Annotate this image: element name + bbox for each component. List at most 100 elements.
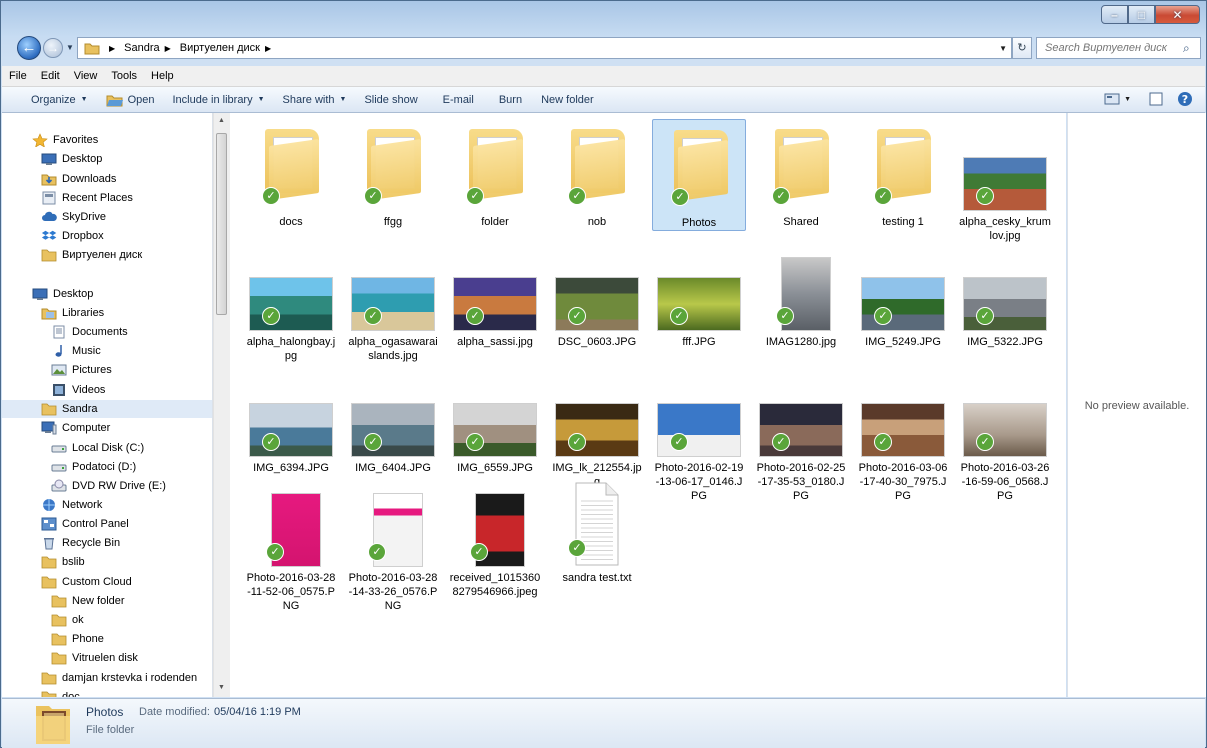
file-item[interactable]: ✓ DSC_0603.JPG bbox=[550, 239, 644, 349]
sync-check-icon: ✓ bbox=[364, 433, 382, 451]
file-item[interactable]: ✓ IMG_6404.JPG bbox=[346, 365, 440, 475]
nav-item-doc[interactable]: doc bbox=[41, 688, 80, 697]
forward-button[interactable]: → bbox=[43, 38, 63, 58]
menu-file[interactable]: File bbox=[2, 70, 34, 82]
file-item[interactable]: ✓ received_10153608279546966.jpeg bbox=[448, 475, 542, 599]
file-item[interactable]: ✓ IMG_5322.JPG bbox=[958, 239, 1052, 349]
help-button[interactable]: ? bbox=[1177, 91, 1193, 107]
file-item[interactable]: ✓ Photo-2016-03-28-11-52-06_0575.PNG bbox=[244, 475, 338, 613]
nav-item-downloads[interactable]: Downloads bbox=[41, 170, 116, 188]
scroll-up-icon[interactable]: ▲ bbox=[218, 117, 225, 124]
recent-pages-dropdown[interactable]: ▼ bbox=[66, 43, 74, 52]
breadcrumb-sandra[interactable]: Sandra ▶ bbox=[124, 42, 176, 54]
nav-item-vitruelen-disk[interactable]: Vitruelen disk bbox=[51, 649, 138, 667]
nav-item-documents[interactable]: Documents bbox=[51, 323, 128, 341]
nav-item-network[interactable]: Network bbox=[41, 496, 102, 514]
preview-pane-button[interactable] bbox=[1149, 92, 1163, 106]
nav-item-damjan-krstevka-i-rodenden[interactable]: damjan krstevka i rodenden bbox=[41, 669, 197, 687]
new-folder-button[interactable]: New folder bbox=[531, 94, 603, 106]
folder-item[interactable]: ✓ nob bbox=[550, 119, 644, 229]
maximize-button[interactable]: □ bbox=[1128, 5, 1155, 24]
nav-item-skydrive[interactable]: SkyDrive bbox=[41, 208, 106, 226]
slide-show-button[interactable]: Slide show bbox=[355, 94, 426, 106]
view-controls: ▼ ? bbox=[1092, 91, 1193, 107]
nav-item-dropbox[interactable]: Dropbox bbox=[41, 227, 104, 245]
nav-item-dvd-rw-drive-e[interactable]: DVD RW Drive (E:) bbox=[51, 477, 166, 495]
nav-item-desktop[interactable]: Desktop bbox=[41, 150, 102, 168]
nav-item-music[interactable]: Music bbox=[51, 342, 101, 360]
breadcrumb-virtual-disk[interactable]: Виртуелен диск ▶ bbox=[180, 42, 276, 54]
search-input[interactable] bbox=[1043, 41, 1183, 55]
file-item[interactable]: ✓ IMG_6559.JPG bbox=[448, 365, 542, 475]
file-item[interactable]: ✓ Photo-2016-02-25-17-35-53_0180.JPG bbox=[754, 365, 848, 503]
navigation-scrollbar[interactable]: ▲ ▼ bbox=[213, 113, 230, 697]
nav-item-pictures[interactable]: Pictures bbox=[51, 361, 112, 379]
folder-icon bbox=[41, 555, 57, 569]
file-item[interactable]: ✓ IMG_5249.JPG bbox=[856, 239, 950, 349]
minimize-button[interactable]: – bbox=[1101, 5, 1128, 24]
sync-check-icon: ✓ bbox=[266, 543, 284, 561]
nav-item-videos[interactable]: Videos bbox=[51, 381, 105, 399]
menu-edit[interactable]: Edit bbox=[34, 70, 67, 82]
folder-item[interactable]: ✓ docs bbox=[244, 119, 338, 229]
menu-help[interactable]: Help bbox=[144, 70, 181, 82]
organize-button[interactable]: Organize ▼ bbox=[2, 94, 97, 106]
back-arrow-icon: ← bbox=[21, 39, 37, 56]
nav-item-ok[interactable]: ok bbox=[51, 611, 84, 629]
close-button[interactable]: ✕ bbox=[1155, 5, 1200, 24]
file-item[interactable]: ✓ Photo-2016-03-26-16-59-06_0568.JPG bbox=[958, 365, 1052, 503]
scroll-down-icon[interactable]: ▼ bbox=[218, 684, 225, 691]
burn-button[interactable]: Burn bbox=[483, 94, 531, 106]
folder-item[interactable]: ✓ folder bbox=[448, 119, 542, 229]
file-item[interactable]: ✓ IMAG1280.jpg bbox=[754, 239, 848, 349]
nav-item-sandra[interactable]: Sandra bbox=[2, 400, 212, 418]
share-with-button[interactable]: Share with ▼ bbox=[274, 94, 356, 106]
address-bar[interactable]: ▶ Sandra ▶ Виртуелен диск ▶ ▼ bbox=[77, 37, 1012, 59]
open-button[interactable]: Open bbox=[97, 93, 164, 107]
file-item[interactable]: ✓ alpha_sassi.jpg bbox=[448, 239, 542, 349]
nav-item-desktop[interactable]: Desktop bbox=[32, 285, 93, 303]
nav-item-new-folder[interactable]: New folder bbox=[51, 592, 125, 610]
breadcrumb-root-arrow[interactable]: ▶ bbox=[104, 44, 120, 53]
file-item[interactable]: ✓ sandra test.txt bbox=[550, 475, 644, 585]
nav-item-computer[interactable]: Computer bbox=[41, 419, 110, 437]
file-item[interactable]: ✓ Photo-2016-03-06-17-40-30_7975.JPG bbox=[856, 365, 950, 503]
email-button[interactable]: E-mail bbox=[427, 94, 483, 106]
nav-item-label: ok bbox=[72, 614, 84, 626]
file-item[interactable]: ✓ fff.JPG bbox=[652, 239, 746, 349]
file-item[interactable]: ✓ alpha_halongbay.jpg bbox=[244, 239, 338, 363]
nav-item-favorites[interactable]: Favorites bbox=[32, 131, 98, 149]
nav-item-libraries[interactable]: Libraries bbox=[41, 304, 104, 322]
nav-item-phone[interactable]: Phone bbox=[51, 630, 104, 648]
folder-item[interactable]: ✓ Shared bbox=[754, 119, 848, 229]
network-icon bbox=[41, 498, 57, 512]
file-item[interactable]: ✓ Photo-2016-02-19-13-06-17_0146.JPG bbox=[652, 365, 746, 503]
change-view-button[interactable]: ▼ bbox=[1104, 93, 1131, 105]
file-item[interactable]: ✓ alpha_cesky_krumlov.jpg bbox=[958, 119, 1052, 243]
nav-item-local-disk-c[interactable]: Local Disk (C:) bbox=[51, 439, 144, 457]
search-icon[interactable]: ⌕ bbox=[1183, 41, 1190, 56]
folder-item[interactable]: ✓ ffgg bbox=[346, 119, 440, 229]
nav-item-control-panel[interactable]: Control Panel bbox=[41, 515, 129, 533]
preview-pane: No preview available. bbox=[1067, 113, 1206, 697]
refresh-button[interactable]: ↻ bbox=[1012, 37, 1032, 59]
back-button[interactable]: ← bbox=[17, 36, 41, 60]
nav-item-custom-cloud[interactable]: Custom Cloud bbox=[41, 573, 132, 591]
file-item[interactable]: ✓ IMG_6394.JPG bbox=[244, 365, 338, 475]
nav-item-recent-places[interactable]: Recent Places bbox=[41, 189, 133, 207]
menu-view[interactable]: View bbox=[67, 70, 105, 82]
address-dropdown[interactable]: ▼ bbox=[999, 44, 1007, 53]
folder-item[interactable]: ✓ testing 1 bbox=[856, 119, 950, 229]
scrollbar-thumb[interactable] bbox=[216, 133, 227, 315]
file-item[interactable]: ✓ alpha_ogasawaraislands.jpg bbox=[346, 239, 440, 363]
folder-item[interactable]: ✓ Photos bbox=[652, 119, 746, 231]
nav-item-bslib[interactable]: bslib bbox=[41, 553, 85, 571]
include-in-library-button[interactable]: Include in library ▼ bbox=[164, 94, 274, 106]
nav-item-label: Music bbox=[72, 345, 101, 357]
nav-item-recycle-bin[interactable]: Recycle Bin bbox=[41, 534, 120, 552]
nav-item-podatoci-d[interactable]: Podatoci (D:) bbox=[51, 458, 136, 476]
file-item[interactable]: ✓ IMG_lk_212554.jpg bbox=[550, 365, 644, 489]
file-item[interactable]: ✓ Photo-2016-03-28-14-33-26_0576.PNG bbox=[346, 475, 440, 613]
menu-tools[interactable]: Tools bbox=[104, 70, 144, 82]
nav-item-виртуелен-диск[interactable]: Виртуелен диск bbox=[41, 246, 142, 264]
